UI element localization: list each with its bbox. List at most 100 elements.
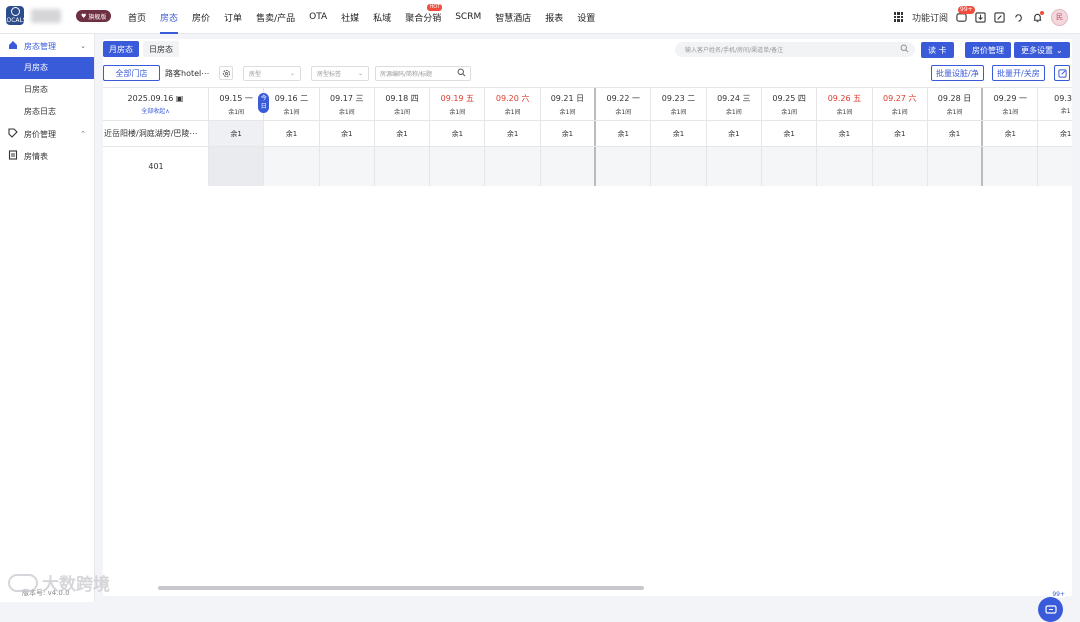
- sidebar-group-label: 房态管理: [24, 41, 56, 51]
- apps-grid-icon[interactable]: [893, 12, 904, 23]
- room-type-cell[interactable]: 余1: [430, 121, 486, 146]
- room-day-cell[interactable]: [375, 147, 431, 186]
- nav-item-6[interactable]: 社媒: [334, 0, 366, 34]
- current-date[interactable]: 2025.09.16 ▣: [128, 94, 184, 103]
- collapse-all-link[interactable]: 全部收起∧: [141, 106, 169, 115]
- room-type-cell[interactable]: 余1: [707, 121, 762, 146]
- room-day-cell[interactable]: [430, 147, 486, 186]
- day-header: 09.27 六余1间: [873, 88, 928, 120]
- nav-item-3[interactable]: 订单: [217, 0, 249, 34]
- sidebar-item-0-0[interactable]: 月房态: [0, 57, 94, 79]
- room-day-cell[interactable]: [817, 147, 873, 186]
- sidebar-group-0[interactable]: 房态管理 ⌄: [0, 35, 94, 57]
- nav-item-8[interactable]: 聚合分销 HOT: [398, 0, 448, 34]
- bell-icon[interactable]: [1032, 10, 1044, 23]
- room-day-cell[interactable]: [209, 147, 265, 186]
- nav-item-label: 设置: [577, 13, 596, 24]
- room-type-cell[interactable]: 余1: [209, 121, 265, 146]
- nav-item-label: 订单: [224, 13, 243, 24]
- watermark: 大数跨境: [8, 570, 110, 595]
- room-day-cell[interactable]: [707, 147, 762, 186]
- view-switch: 月房态 日房态: [103, 41, 179, 57]
- nav-item-7[interactable]: 私域: [366, 0, 398, 34]
- room-day-cell[interactable]: [1038, 147, 1072, 186]
- sidebar-group-2[interactable]: 房情表: [0, 145, 94, 167]
- room-type-cell[interactable]: 余1: [817, 121, 873, 146]
- message-icon[interactable]: 99+: [956, 5, 975, 23]
- search-icon[interactable]: [900, 44, 909, 55]
- room-type-cell[interactable]: 余1: [320, 121, 375, 146]
- chat-button[interactable]: [1038, 597, 1063, 622]
- room-day-cell[interactable]: [541, 147, 597, 186]
- room-type-cell[interactable]: 余1: [596, 121, 652, 146]
- support-icon[interactable]: [1013, 12, 1024, 23]
- room-day-cell[interactable]: [320, 147, 375, 186]
- room-type-cell[interactable]: 余1: [1038, 121, 1072, 146]
- room-day-cell[interactable]: [762, 147, 818, 186]
- room-day-cell[interactable]: [928, 147, 984, 186]
- horizontal-scrollbar[interactable]: [158, 586, 644, 590]
- nav-item-5[interactable]: OTA: [302, 0, 334, 34]
- room-type-cell[interactable]: 余1: [873, 121, 928, 146]
- batch-open-close-button[interactable]: 批量开/关房: [992, 65, 1045, 81]
- room-number-label[interactable]: 401: [103, 147, 209, 186]
- room-type-cell[interactable]: 余1: [541, 121, 597, 146]
- tab-day-view[interactable]: 日房态: [143, 41, 179, 57]
- search-icon[interactable]: [457, 68, 466, 79]
- gear-icon[interactable]: [219, 66, 233, 80]
- more-settings-button[interactable]: 更多设置 ⌄: [1014, 42, 1070, 58]
- read-card-button[interactable]: 读 卡: [921, 42, 954, 58]
- nav-item-1[interactable]: 房态: [153, 0, 185, 34]
- room-day-cell[interactable]: [651, 147, 707, 186]
- room-day-cell[interactable]: [264, 147, 320, 186]
- all-stores-button[interactable]: 全部门店: [103, 65, 160, 81]
- download-icon[interactable]: [975, 11, 986, 23]
- nav-item-12[interactable]: 设置: [570, 0, 602, 34]
- room-tag-select[interactable]: 房型标签 ⌄: [311, 65, 369, 81]
- room-type-cell[interactable]: 余1: [375, 121, 431, 146]
- room-type-cell[interactable]: 余1: [264, 121, 320, 146]
- edit-icon[interactable]: [994, 11, 1005, 23]
- day-header: 09.15 一余1间: [209, 88, 265, 120]
- room-code-input[interactable]: 房源编码/简称/标题: [375, 65, 471, 81]
- price-manage-button[interactable]: 房价管理: [965, 42, 1011, 58]
- room-type-cell[interactable]: 余1: [651, 121, 707, 146]
- sidebar-item-0-2[interactable]: 房态日志: [0, 101, 94, 123]
- room-type-select[interactable]: 房型 ⌄: [243, 65, 301, 81]
- calendar-icon[interactable]: ▣: [176, 94, 184, 103]
- batch-dirty-clean-button[interactable]: 批量设脏/净: [931, 65, 984, 81]
- tab-month-view[interactable]: 月房态: [103, 41, 139, 57]
- sidebar-group-1[interactable]: 房价管理 ⌃: [0, 123, 94, 145]
- room-type-row: 近岳阳楼/洞庭湖旁/巴陵⋯ 余1 余1 余1 余1 余1 余1 余1 余1 余1 余1 余1 余1 余1…: [103, 121, 1072, 147]
- search-input[interactable]: 输入客户姓名/手机/房间/渠道单/备注: [675, 42, 915, 57]
- nav-item-4[interactable]: 售卖/产品: [249, 0, 302, 34]
- nav-item-label: 首页: [128, 13, 147, 24]
- user-avatar[interactable]: 民: [1051, 8, 1068, 26]
- room-type-cell[interactable]: 余1: [928, 121, 984, 146]
- nav-item-label: 智慧酒店: [495, 13, 532, 24]
- nav-item-2[interactable]: 房价: [185, 0, 217, 34]
- room-day-cell[interactable]: [596, 147, 652, 186]
- nav-item-0[interactable]: 首页: [121, 0, 153, 34]
- nav-item-11[interactable]: 报表: [538, 0, 570, 34]
- room-type-cell[interactable]: 余1: [485, 121, 541, 146]
- nav-item-10[interactable]: 智慧酒店: [488, 0, 538, 34]
- feature-subscribe-link[interactable]: 功能订阅: [912, 11, 948, 24]
- brand-logo[interactable]: LOCALS: [3, 6, 27, 25]
- day-date: 09.24 三: [717, 93, 751, 103]
- nav-item-9[interactable]: SCRM: [448, 0, 488, 34]
- room-day-cell[interactable]: [873, 147, 928, 186]
- hotel-selector[interactable]: 路客hotel⋯: [165, 68, 215, 79]
- day-header: 09.16 二余1间 今日: [258, 88, 320, 120]
- heart-icon: ♥: [81, 12, 87, 20]
- room-type-cell[interactable]: 余1: [762, 121, 818, 146]
- day-header: 09.18 四余1间: [375, 88, 431, 120]
- room-type-cell[interactable]: 余1: [983, 121, 1039, 146]
- chevron-icon[interactable]: ⌄: [80, 42, 86, 50]
- room-day-cell[interactable]: [485, 147, 541, 186]
- chevron-icon[interactable]: ⌃: [80, 130, 86, 138]
- room-day-cell[interactable]: [983, 147, 1039, 186]
- room-type-label[interactable]: 近岳阳楼/洞庭湖旁/巴陵⋯: [103, 121, 209, 146]
- export-icon[interactable]: [1054, 65, 1070, 81]
- sidebar-item-0-1[interactable]: 日房态: [0, 79, 94, 101]
